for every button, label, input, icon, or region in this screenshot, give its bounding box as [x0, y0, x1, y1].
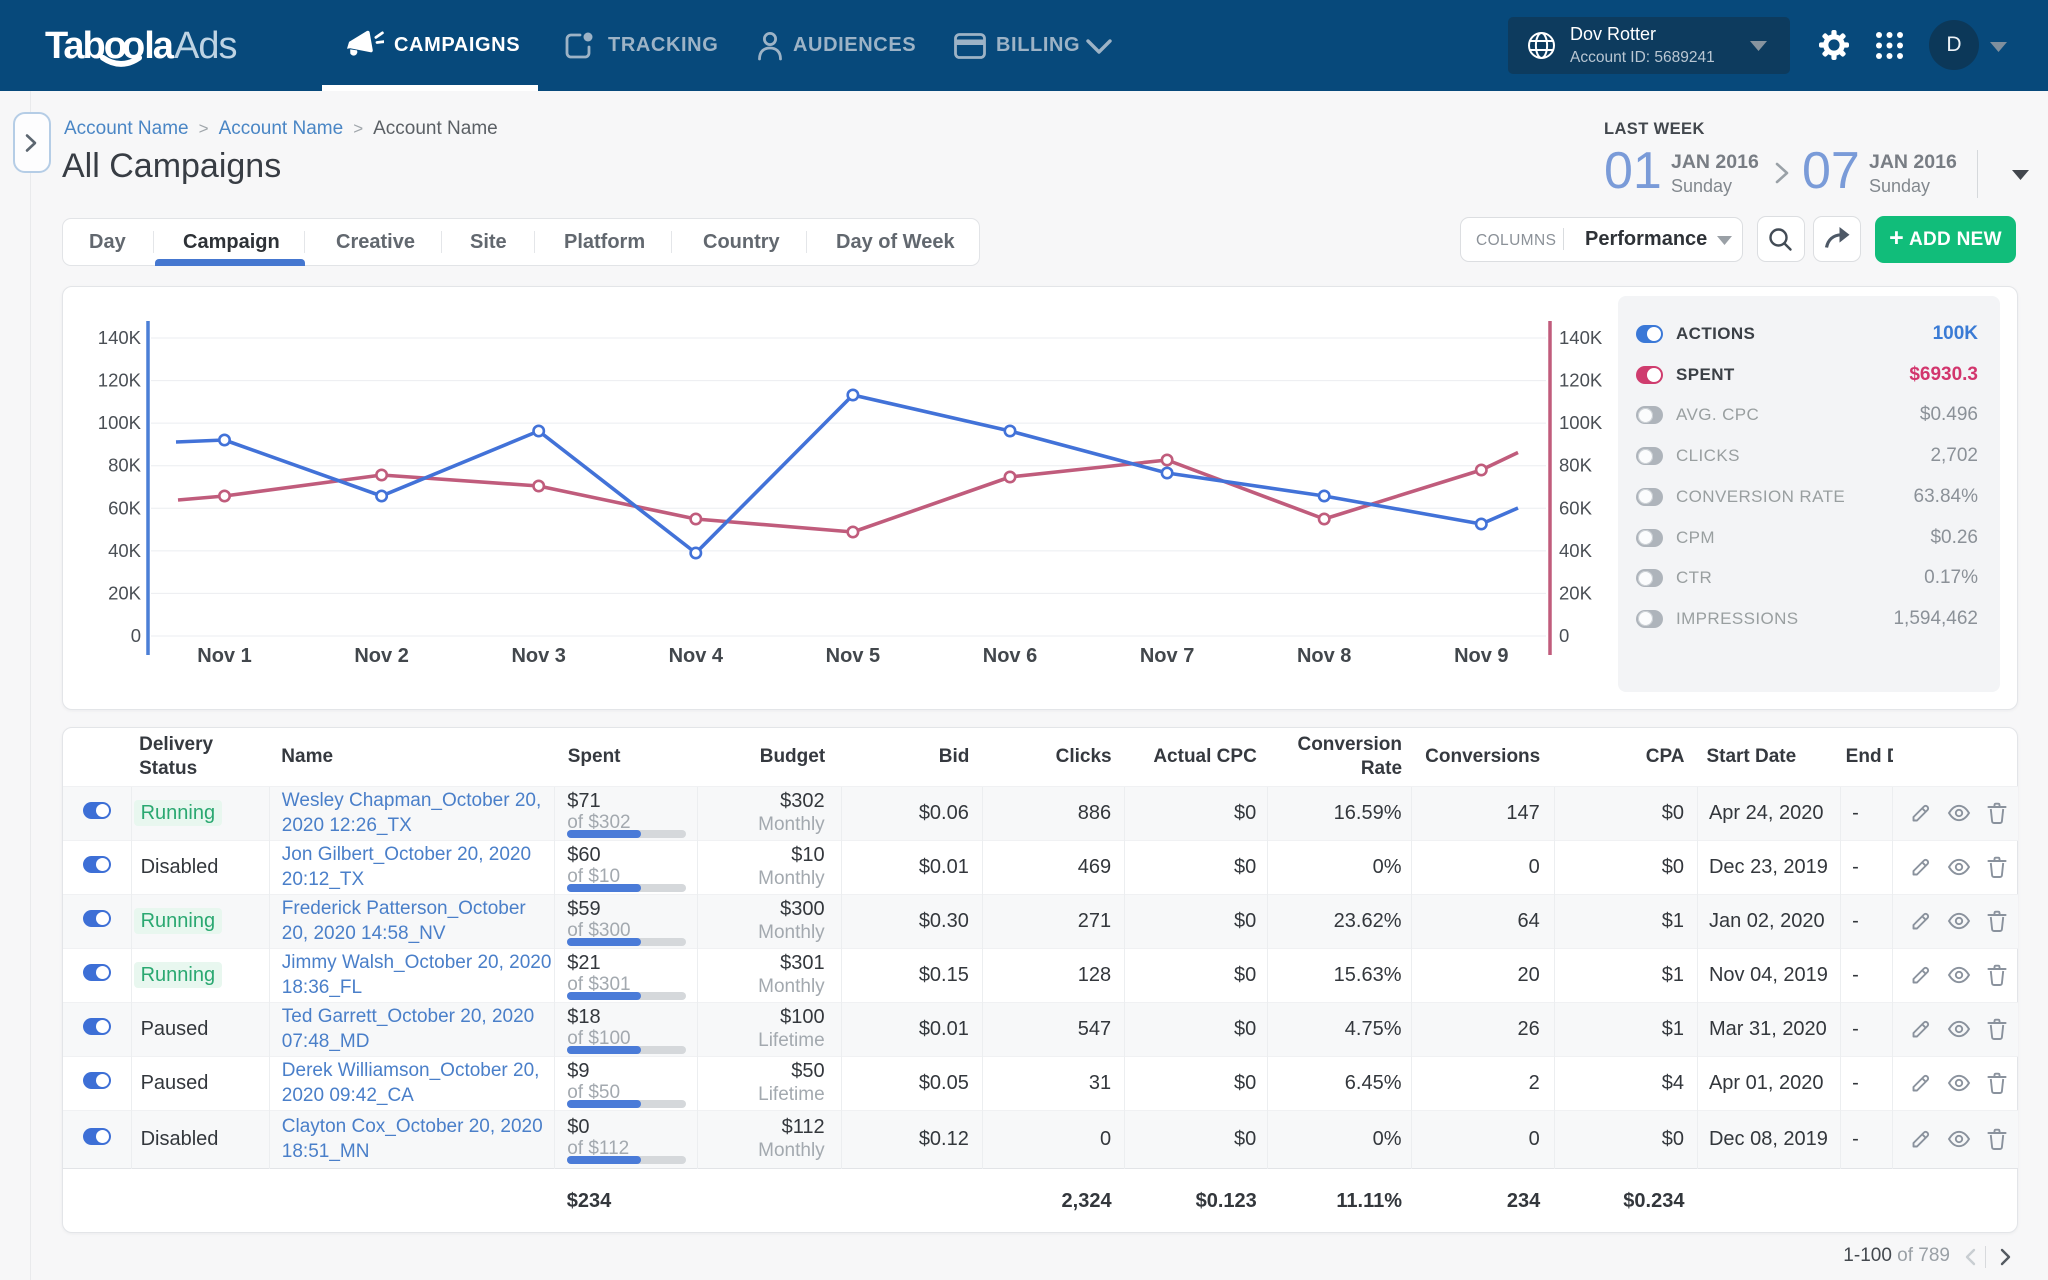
- svg-text:Nov 1: Nov 1: [197, 645, 251, 667]
- svg-text:20K: 20K: [108, 582, 142, 603]
- svg-text:120K: 120K: [98, 370, 142, 391]
- svg-text:140K: 140K: [1559, 327, 1603, 348]
- svg-text:40K: 40K: [108, 540, 142, 561]
- svg-text:40K: 40K: [1559, 540, 1593, 561]
- svg-text:Nov 5: Nov 5: [826, 645, 880, 667]
- svg-text:20K: 20K: [1559, 582, 1593, 603]
- svg-text:Nov 8: Nov 8: [1297, 645, 1351, 667]
- svg-text:140K: 140K: [98, 327, 142, 348]
- svg-text:0: 0: [131, 625, 141, 646]
- svg-text:Nov 4: Nov 4: [669, 645, 724, 667]
- svg-text:60K: 60K: [1559, 497, 1593, 518]
- svg-text:Nov 2: Nov 2: [354, 645, 408, 667]
- svg-text:0: 0: [1559, 625, 1569, 646]
- svg-text:Nov 7: Nov 7: [1140, 645, 1194, 667]
- svg-text:60K: 60K: [108, 497, 142, 518]
- svg-text:Nov 6: Nov 6: [983, 645, 1037, 667]
- svg-text:80K: 80K: [1559, 455, 1593, 476]
- svg-text:100K: 100K: [1559, 412, 1603, 433]
- svg-text:Nov 3: Nov 3: [511, 645, 565, 667]
- svg-text:120K: 120K: [1559, 370, 1603, 391]
- svg-text:Nov 9: Nov 9: [1454, 645, 1508, 667]
- svg-text:100K: 100K: [98, 412, 142, 433]
- svg-text:80K: 80K: [108, 455, 142, 476]
